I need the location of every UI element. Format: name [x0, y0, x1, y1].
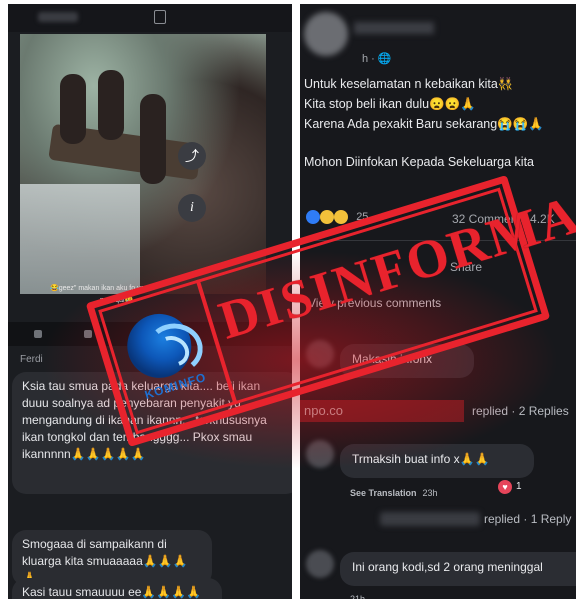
- status-bar: [8, 4, 292, 32]
- heart-count: 1: [516, 481, 522, 492]
- blurred-reply-name[interactable]: [380, 512, 480, 526]
- heart-icon: ♥: [498, 480, 512, 494]
- trash-icon[interactable]: [154, 10, 166, 24]
- share-icon[interactable]: ⤴: [178, 142, 206, 170]
- link-preview[interactable]: npo.co: [300, 400, 464, 422]
- replies-link[interactable]: replied · 2 Replies: [472, 404, 569, 418]
- sad-icon: [320, 210, 335, 224]
- see-translation-label[interactable]: See Translation: [350, 488, 417, 498]
- photo-person: [98, 70, 124, 140]
- post-photo[interactable]: 😂geez" makan ikan aku fo yg meniqal😢: [20, 34, 266, 304]
- see-translation-link[interactable]: See Translation 23h: [350, 488, 438, 498]
- avatar[interactable]: [306, 550, 334, 578]
- comment-bubble: Ini orang kodi,sd 2 orang meninggal: [340, 552, 576, 586]
- comment-time: 21h: [350, 594, 366, 599]
- avatar[interactable]: [304, 12, 348, 56]
- comment-bubble: Trmaksih buat info x🙏🙏: [340, 444, 534, 478]
- photo-person: [60, 74, 86, 144]
- post-time: h · 🌐: [362, 53, 392, 65]
- sad-icon: [334, 210, 349, 224]
- comment-bubble: Kasi tauu smauuuu ee🙏🙏🙏🙏: [12, 578, 222, 599]
- blurred-status: [38, 12, 78, 22]
- blurred-author-name[interactable]: [354, 22, 434, 34]
- toolbar-icon[interactable]: [34, 330, 42, 338]
- post-line: Untuk keselamatan n kebaikan kita👯: [304, 77, 514, 91]
- toolbar-icon[interactable]: [84, 330, 92, 338]
- commenter-name[interactable]: Ferdi: [20, 354, 43, 365]
- info-icon[interactable]: i: [178, 194, 206, 222]
- photo-person: [140, 94, 166, 184]
- photo-floor: [20, 184, 140, 294]
- like-icon: [306, 210, 320, 224]
- replies-link[interactable]: replied · 1 Reply: [484, 512, 571, 526]
- post-line: Karena Ada pexakit Baru sekarang😭😭🙏: [304, 117, 544, 131]
- post-body: Untuk keselamatan n kebaikan kita👯 Kita …: [304, 74, 576, 172]
- post-line: Mohon Diinfokan Kepada Sekeluarga kita: [304, 155, 535, 169]
- comment-time: 23h: [422, 488, 438, 498]
- avatar[interactable]: [306, 440, 334, 468]
- post-line: Kita stop beli ikan dulu😦😦🙏: [304, 97, 476, 111]
